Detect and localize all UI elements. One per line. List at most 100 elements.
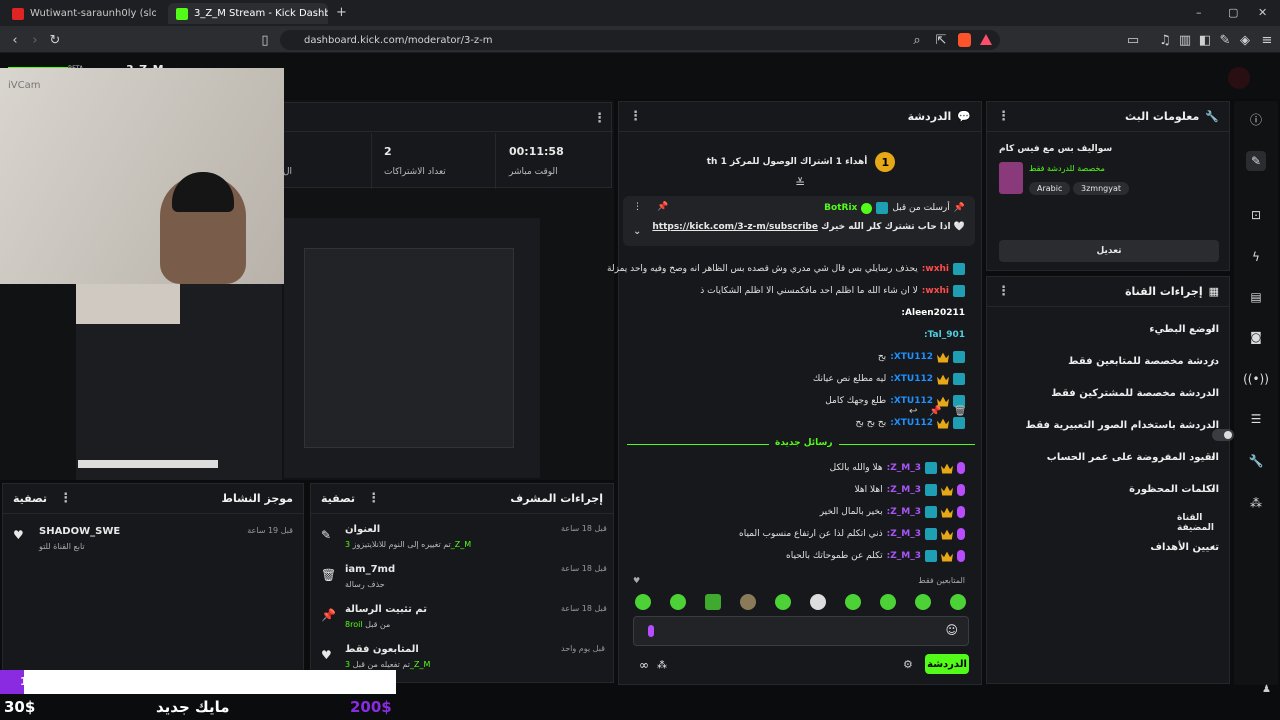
share-icon[interactable]: ⇱ [932, 31, 950, 49]
emote[interactable] [950, 594, 966, 610]
wrench-icon[interactable]: 🔧 [1246, 451, 1266, 471]
chat-username[interactable]: 3_Z_M: [887, 529, 921, 539]
emote[interactable] [775, 594, 791, 610]
chat-message: 3_Z_M: بخير بالمال الخير [820, 502, 965, 522]
action-label: الوضع البطيء [1149, 323, 1219, 335]
tag[interactable]: Arabic [1029, 182, 1071, 195]
goal-progress-label: 15% [20, 675, 47, 688]
stream-info-title: معلومات البث [1125, 110, 1200, 123]
mod-filter-button[interactable]: تصفية [321, 492, 355, 505]
live-time-value: 00:11:58 [509, 145, 564, 158]
activity-filter-button[interactable]: تصفية [13, 492, 47, 505]
chat-panel: 💬 الدردشة ⋮ 1 أهداء 1 اشتراك الوصول للمرك… [607, 101, 982, 685]
avatar[interactable] [1228, 67, 1250, 89]
emote[interactable] [880, 594, 896, 610]
mod-action-desc: تم تغييره إلى النوم للانلايتيزوز 3_Z_M [345, 540, 472, 549]
mod-action-title: تم تثبيت الرسالة [345, 604, 427, 615]
reload-icon[interactable]: ↻ [46, 31, 64, 49]
channel-action-subs-only[interactable]: الدردشة مخصصة للمشتركين فقط [987, 377, 1260, 409]
mod-action-time: قبل 18 ساعة [561, 524, 607, 533]
brave-rewards-icon[interactable] [980, 34, 992, 45]
chat-input[interactable]: ☺ [633, 616, 969, 646]
users-icon[interactable]: ⁂ [657, 660, 667, 671]
chat-username[interactable]: 3_Z_M: [887, 507, 921, 517]
camera-icon[interactable]: ⊡ [1246, 205, 1266, 225]
mic-badge [957, 550, 965, 562]
brave-shield-icon[interactable] [958, 33, 971, 47]
reading-list-icon[interactable]: ▥ [1176, 31, 1194, 49]
kick-badge [925, 550, 937, 562]
chat-username[interactable]: 3_Z_M: [887, 485, 921, 495]
activity-user[interactable]: SHADOW_SWE [39, 526, 120, 537]
send-chat-button[interactable]: الدردشة [925, 654, 969, 674]
channel-action-banned-words[interactable]: الكلمات المحظورة › [987, 473, 1229, 505]
mic-badge [957, 506, 965, 518]
document-icon[interactable]: ▤ [1246, 287, 1266, 307]
edit-icon[interactable]: ✎ [1246, 151, 1266, 171]
activity-more-icon[interactable]: ⋮ [59, 491, 72, 506]
mod-action-title: المتابعون فقط [345, 644, 419, 655]
activity-item: ♥ SHADOW_SWE تابع القناة للتو قبل 19 ساع… [13, 524, 293, 560]
edit-stream-button[interactable]: تعديل [999, 240, 1219, 262]
settings-link-icon[interactable]: ∞ [639, 658, 649, 672]
info-icon[interactable]: ⓘ [1246, 109, 1266, 129]
channel-action-goals[interactable]: تعيين الأهداف › [987, 531, 1229, 563]
layout-icon[interactable]: ☰ [1246, 409, 1266, 429]
emote[interactable] [845, 594, 861, 610]
vpn-icon[interactable]: ◈ [1236, 31, 1254, 49]
music-icon[interactable]: ♫ [1156, 31, 1174, 49]
mod-actions-more-icon[interactable]: ⋮ [367, 491, 380, 506]
emote[interactable] [915, 594, 931, 610]
tab-1[interactable]: Wutiwant-saraunh0ly (slowed to per [4, 3, 164, 24]
sidebar-icon[interactable]: ▭ [1124, 31, 1142, 49]
youtube-icon [12, 7, 24, 20]
stream-info-more-icon[interactable]: ⋮ [997, 109, 1010, 124]
mod-action-row: 📌 تم تثبيت الرسالة 8roil من قبل قبل 18 س… [311, 600, 611, 640]
close-window-button[interactable]: ✕ [1258, 6, 1267, 19]
channel-actions-more-icon[interactable]: ⋮ [997, 284, 1010, 299]
mod-action-user[interactable]: 8roil [345, 620, 363, 629]
stream-info-panel: 🔧 معلومات البث ⋮ سواليف بس مع فيس كام مخص… [986, 101, 1230, 271]
menu-icon[interactable]: ≡ [1258, 31, 1276, 49]
minimize-button[interactable]: – [1196, 6, 1202, 19]
channel-icon: ▦ [1208, 285, 1219, 298]
emote[interactable] [670, 594, 686, 610]
zoom-icon[interactable]: ⌕ [908, 31, 926, 49]
goal-current-amount: 30$ [4, 698, 36, 716]
users-icon[interactable]: ⁂ [1246, 493, 1266, 513]
tag[interactable]: 3zmngyat [1073, 182, 1130, 195]
url-input[interactable]: dashboard.kick.com/moderator/3-z-m [280, 30, 1000, 50]
chat-username[interactable]: 3_Z_M: [887, 463, 921, 473]
address-bar-row: ‹ › ↻ ▯ dashboard.kick.com/moderator/3-z… [0, 27, 1280, 53]
channel-action-followers-only[interactable]: دردشة مخصصة للمتابعين فقط › [987, 345, 1229, 377]
maximize-button[interactable]: ▢ [1228, 6, 1238, 19]
tab-2[interactable]: 3_Z_M Stream - Kick Dashboard ✕ [168, 3, 328, 24]
emoji-icon[interactable]: ☺ [945, 623, 958, 637]
extensions-icon[interactable]: ✎ [1216, 31, 1234, 49]
emote[interactable] [810, 594, 826, 610]
broadcast-icon[interactable]: ((•)) [1243, 369, 1269, 389]
channel-action-slow-mode[interactable]: الوضع البطيء › [987, 313, 1229, 345]
back-icon[interactable]: ‹ [6, 31, 24, 49]
chat-bubble-icon[interactable]: ◙ [1246, 327, 1266, 347]
wallet-icon[interactable]: ◧ [1196, 31, 1214, 49]
stream-category[interactable]: مخصصة للدردشة فقط [1029, 164, 1105, 173]
stats-more-icon[interactable]: ⋮ [593, 111, 606, 126]
emote[interactable] [635, 594, 651, 610]
forward-icon[interactable]: › [26, 31, 44, 49]
mic-badge [957, 528, 965, 540]
lightning-icon[interactable]: ϟ [1246, 247, 1266, 267]
chat-username[interactable]: 3_Z_M: [887, 551, 921, 561]
subs-label: تعداد الاشتراكات [384, 167, 446, 177]
emote-only-toggle[interactable] [1211, 429, 1234, 441]
gear-icon[interactable]: ⚙ [903, 658, 913, 671]
channel-action-account-age[interactable]: القيود المفروضة على عمر الحساب › [987, 441, 1229, 473]
chat-text: تكلم عن طموحاتك بالحياه [786, 551, 883, 561]
emote[interactable] [740, 594, 756, 610]
bookmark-icon[interactable]: ▯ [256, 31, 274, 49]
channel-action-emote-only[interactable]: الدردشة باستخدام الصور التعبيرية فقط [987, 409, 1234, 441]
new-tab-button[interactable]: + [336, 5, 347, 20]
emote[interactable] [705, 594, 721, 610]
activity-desc: تابع القناة للتو [39, 542, 85, 551]
person-icon[interactable]: ♟ [1262, 684, 1271, 695]
